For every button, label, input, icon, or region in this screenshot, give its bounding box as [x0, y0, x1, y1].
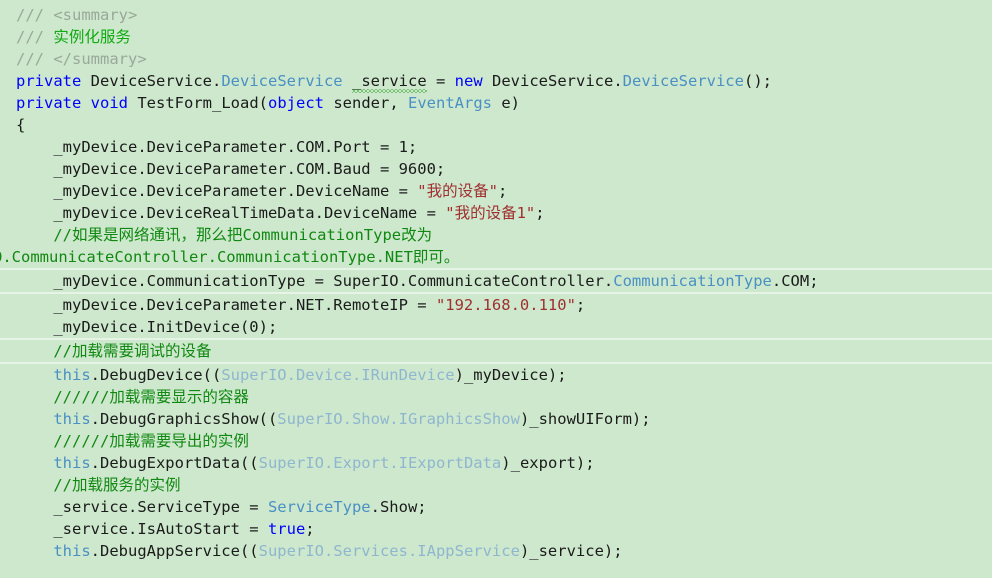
doc-comment-slashes: /// [16, 28, 54, 46]
punctuation: (); [743, 72, 772, 90]
code-line[interactable]: this.DebugGraphicsShow((SuperIO.Show.IGr… [0, 408, 992, 430]
open-brace: { [16, 116, 26, 134]
type-name: DeviceService [221, 72, 343, 90]
statement-com-port: _myDevice.DeviceParameter.COM.Port = 1; [16, 138, 418, 156]
variable-service-with-warning-squiggle: _service [352, 72, 427, 93]
code-line[interactable]: //////加载需要导出的实例 [0, 430, 992, 452]
comment-network-note-continued: O.CommunicateController.CommunicationTyp… [0, 248, 460, 266]
code-line[interactable]: _myDevice.DeviceParameter.COM.Port = 1; [0, 136, 992, 158]
type-communicationtype: CommunicationType [613, 272, 772, 290]
keyword-void: void [90, 94, 128, 112]
code-line[interactable]: private void TestForm_Load(object sender… [0, 92, 992, 114]
code-line[interactable]: _myDevice.DeviceParameter.NET.RemoteIP =… [0, 294, 992, 316]
statement-initdevice: _myDevice.InitDevice(0); [16, 318, 278, 336]
method-debuggraphicsshow: .DebugGraphicsShow(( [90, 410, 278, 428]
statement-remoteip-head: _myDevice.DeviceParameter.NET.RemoteIP = [16, 296, 436, 314]
code-line[interactable]: /// 实例化服务 [0, 26, 992, 48]
code-line[interactable]: _myDevice.DeviceParameter.DeviceName = "… [0, 180, 992, 202]
code-line[interactable]: /// <summary> [0, 4, 992, 26]
namespace-qualifier: DeviceService. [90, 72, 222, 90]
method-debugdevice: .DebugDevice(( [90, 366, 222, 384]
keyword-new: new [454, 72, 483, 90]
doc-comment-slashes: /// [16, 6, 54, 24]
argument-service: )_service); [519, 542, 623, 560]
cast-type-irundevice: SuperIO.Device.IRunDevice [221, 366, 455, 384]
semicolon: ; [305, 520, 315, 538]
code-line[interactable]: /// </summary> [0, 48, 992, 70]
string-literal-devicename: "我的设备" [417, 182, 498, 200]
statement-devicename-head: _myDevice.DeviceParameter.DeviceName = [16, 182, 418, 200]
argument-mydevice: )_myDevice); [454, 366, 567, 384]
statement-servicetype-head: _service.ServiceType = [16, 498, 268, 516]
keyword-private: private [16, 72, 82, 90]
code-line[interactable]: _myDevice.InitDevice(0); [0, 316, 992, 338]
statement-isautostart-head: _service.IsAutoStart = [16, 520, 268, 538]
code-line[interactable]: { [0, 114, 992, 136]
statement-com-baud: _myDevice.DeviceParameter.COM.Baud = 960… [16, 160, 446, 178]
keyword-this: this [53, 366, 91, 384]
string-literal-devicename1: "我的设备1" [445, 204, 536, 222]
parameter-sender: sender, [324, 94, 408, 112]
method-debugappservice: .DebugAppService(( [90, 542, 259, 560]
assignment-operator: = [426, 72, 455, 90]
code-line-highlighted[interactable]: //加载需要调试的设备 [0, 338, 992, 364]
keyword-object: object [268, 94, 324, 112]
cast-type-igraphicsshow: SuperIO.Show.IGraphicsShow [277, 410, 520, 428]
comment-network-note: //如果是网络通讯，那么把CommunicationType改为 [16, 226, 433, 244]
comment-load-export-instance: //////加载需要导出的实例 [16, 432, 249, 450]
doc-comment-tag: </summary> [53, 50, 147, 68]
keyword-true: true [267, 520, 306, 538]
semicolon: ; [535, 204, 545, 222]
code-line[interactable]: this.DebugExportData((SuperIO.Export.IEx… [0, 452, 992, 474]
cast-type-iexportdata: SuperIO.Export.IExportData [258, 454, 502, 472]
enum-member-com: .COM; [771, 272, 819, 290]
cast-type-iappservice: SuperIO.Services.IAppService [258, 542, 520, 560]
namespace-qualifier: DeviceService. [492, 72, 623, 90]
statement-realtime-devicename-head: _myDevice.DeviceRealTimeData.DeviceName … [16, 204, 446, 222]
parameter-e: e) [492, 94, 520, 112]
argument-export: )_export); [501, 454, 595, 472]
code-line[interactable]: _service.ServiceType = ServiceType.Show; [0, 496, 992, 518]
enum-member-show: .Show; [370, 498, 427, 516]
code-line[interactable]: O.CommunicateController.CommunicationTyp… [0, 246, 992, 268]
comment-load-service-instance: //加载服务的实例 [16, 476, 181, 494]
semicolon: ; [575, 296, 586, 314]
doc-comment-tag: <summary> [53, 6, 138, 24]
comment-load-debug-device: //加载需要调试的设备 [16, 342, 212, 360]
code-line[interactable]: //如果是网络通讯，那么把CommunicationType改为 [0, 224, 992, 246]
type-eventargs: EventArgs [408, 94, 492, 112]
string-literal-remoteip: "192.168.0.110" [435, 296, 576, 314]
code-line[interactable]: //加载服务的实例 [0, 474, 992, 496]
argument-showuiform: )_showUIForm); [519, 410, 651, 428]
code-editor-surface[interactable]: /// <summary> /// 实例化服务 /// </summary> p… [0, 0, 992, 578]
type-servicetype: ServiceType [267, 498, 371, 516]
keyword-this: this [53, 454, 91, 472]
keyword-this: this [53, 410, 91, 428]
semicolon: ; [497, 182, 508, 200]
doc-comment-slashes: /// [16, 50, 54, 68]
keyword-private: private [16, 94, 82, 112]
type-name: DeviceService [622, 72, 744, 90]
code-line[interactable]: this.DebugDevice((SuperIO.Device.IRunDev… [0, 364, 992, 386]
method-name: TestForm_Load( [137, 94, 268, 112]
statement-communicationtype-head: _myDevice.CommunicationType = SuperIO.Co… [16, 272, 614, 290]
code-line-current[interactable]: _myDevice.CommunicationType = SuperIO.Co… [0, 268, 992, 294]
comment-load-display-container: //////加载需要显示的容器 [16, 388, 249, 406]
code-line[interactable]: _myDevice.DeviceParameter.COM.Baud = 960… [0, 158, 992, 180]
method-debugexportdata: .DebugExportData(( [90, 454, 259, 472]
code-line[interactable]: //////加载需要显示的容器 [0, 386, 992, 408]
code-line[interactable]: private DeviceService.DeviceService _ser… [0, 70, 992, 93]
code-line[interactable]: _service.IsAutoStart = true; [0, 518, 992, 540]
keyword-this: this [53, 542, 91, 560]
code-line[interactable]: this.DebugAppService((SuperIO.Services.I… [0, 540, 992, 562]
code-line[interactable]: _myDevice.DeviceRealTimeData.DeviceName … [0, 202, 992, 224]
doc-comment-text: 实例化服务 [53, 28, 131, 46]
